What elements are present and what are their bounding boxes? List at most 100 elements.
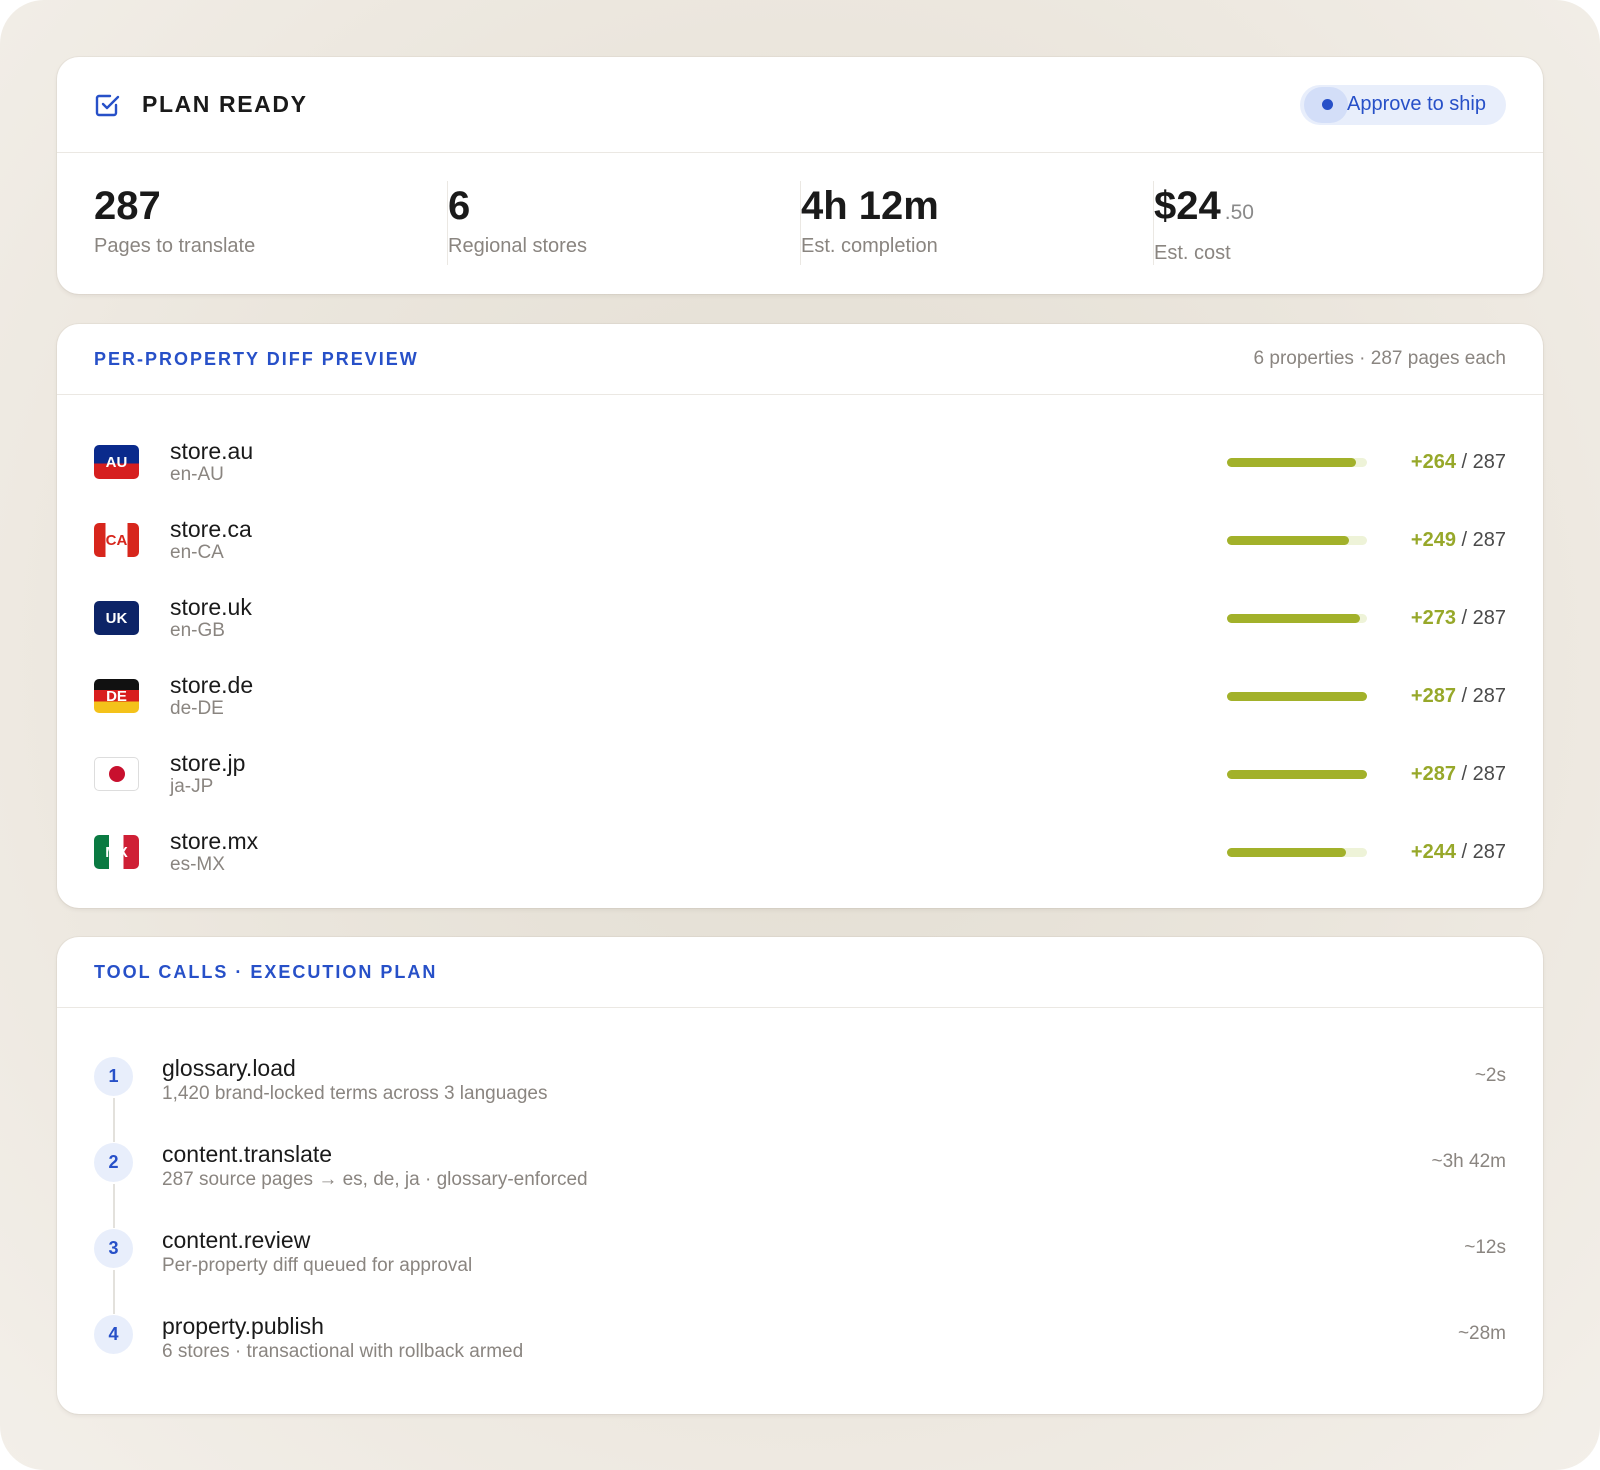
page-delta: +287 [1410,684,1456,707]
page-total: / 287 [1461,840,1506,863]
property-text: store.de de-DE [170,672,253,720]
property-text: store.au en-AU [170,438,253,486]
step-text: property.publish 6 stores · transactiona… [162,1313,523,1365]
plan-header: PLAN READY Approve to ship [57,57,1543,153]
step-number: 1 [94,1057,133,1096]
property-text: store.ca en-CA [170,516,252,564]
page-count: +244 / 287 [1367,841,1506,864]
step-text: content.review Per-property diff queued … [162,1227,472,1279]
property-name: store.mx [170,828,259,854]
page-total: / 287 [1461,606,1506,629]
progress-fill [1227,691,1367,701]
progress-bar [1227,535,1367,545]
plan-stats: 287 Pages to translate 6 Regional stores… [57,153,1543,265]
stat-value: 287 [94,184,161,228]
step-name: content.translate [162,1141,333,1167]
progress-bar [1227,613,1367,623]
progress-fill [1227,457,1356,467]
step-item[interactable]: 2 content.translate 287 source pages → e… [57,1119,1543,1228]
progress-bar [1227,769,1367,779]
step-name: glossary.load [162,1055,296,1081]
step-number: 2 [94,1143,133,1182]
step-list: 1 glossary.load 1,420 brand-locked terms… [57,1008,1543,1377]
property-name: store.de [170,672,254,698]
property-list: AU store.au en-AU +264 / 287 CA store.ca… [57,395,1543,891]
uk-flag-icon: UK [94,601,139,635]
flag-code: DE [106,687,127,705]
step-item[interactable]: 4 property.publish 6 stores · transactio… [57,1291,1543,1377]
step-text: glossary.load 1,420 brand-locked terms a… [162,1055,548,1107]
page-total: / 287 [1461,450,1506,473]
step-item[interactable]: 1 glossary.load 1,420 brand-locked terms… [57,1033,1543,1142]
cost-cents: .50 [1224,201,1254,224]
step-description: 1,420 brand-locked terms across 3 langua… [162,1083,548,1104]
flag-code: UK [105,609,128,627]
page-count: +264 / 287 [1367,451,1506,474]
stat-label: Regional stores [448,235,587,257]
diff-header: PER-PROPERTY DIFF PREVIEW 6 properties ·… [57,324,1543,395]
property-row[interactable]: CA store.ca en-CA +249 / 287 [57,501,1543,579]
page-delta: +244 [1410,840,1456,863]
page-count: +249 / 287 [1367,529,1506,552]
flag-sun [108,766,125,782]
property-text: store.jp ja-JP [170,750,245,798]
step-description: 6 stores · transactional with rollback a… [162,1341,524,1362]
japan-flag-icon [94,757,139,791]
step-duration: ~28m [1457,1323,1506,1344]
step-duration: ~2s [1474,1065,1506,1086]
app-background: PLAN READY Approve to ship 287 Pages to … [0,0,1600,1470]
page-delta: +273 [1410,606,1456,629]
property-locale: es-MX [170,854,225,875]
page-total: / 287 [1461,684,1506,707]
property-name: store.jp [170,750,246,776]
approve-label: Approve to ship [1347,93,1486,115]
progress-fill [1227,613,1361,623]
stat-stores: 6 Regional stores [447,181,800,265]
property-locale: en-CA [170,542,224,563]
approve-to-ship-button[interactable]: Approve to ship [1300,84,1506,125]
stat-label: Pages to translate [94,235,256,257]
execution-plan-card: TOOL CALLS · EXECUTION PLAN 1 glossary.l… [57,937,1543,1414]
step-item[interactable]: 3 content.review Per-property diff queue… [57,1205,1543,1314]
step-name: content.review [162,1227,311,1253]
stat-completion: 4h 12m Est. completion [800,181,1153,265]
step-description: Per-property diff queued for approval [162,1255,473,1276]
property-row[interactable]: UK store.uk en-GB +273 / 287 [57,579,1543,657]
property-row[interactable]: DE store.de de-DE +287 / 287 [57,657,1543,735]
step-description: 287 source pages → es, de, ja · glossary… [162,1169,588,1190]
canada-flag-icon: CA [94,523,139,557]
step-number: 3 [94,1229,133,1268]
property-text: store.mx es-MX [170,828,258,876]
flag-code: MX [105,843,128,861]
property-locale: en-AU [170,464,224,485]
diff-title: PER-PROPERTY DIFF PREVIEW [94,348,419,369]
property-name: store.au [170,438,254,464]
page-delta: +287 [1410,762,1456,785]
australia-flag-icon: AU [94,445,139,479]
page-total: / 287 [1461,762,1506,785]
status-dot-icon [1322,99,1334,110]
property-name: store.uk [170,594,252,620]
plan-card: PLAN READY Approve to ship 287 Pages to … [57,57,1543,294]
property-row[interactable]: AU store.au en-AU +264 / 287 [57,423,1543,501]
progress-bar [1227,691,1367,701]
property-name: store.ca [170,516,252,542]
property-locale: en-GB [170,620,225,641]
stat-value: 4h 12m [801,184,939,228]
progress-fill [1227,535,1349,545]
stat-pages: 287 Pages to translate [94,181,447,265]
property-row[interactable]: MX store.mx es-MX +244 / 287 [57,813,1543,891]
progress-fill [1227,847,1346,857]
property-locale: de-DE [170,698,224,719]
page-total: / 287 [1461,528,1506,551]
page-count: +273 / 287 [1367,607,1506,630]
stat-label: Est. cost [1154,242,1231,264]
property-row[interactable]: store.jp ja-JP +287 / 287 [57,735,1543,813]
step-text: content.translate 287 source pages → es,… [162,1141,588,1193]
step-duration: ~12s [1464,1237,1506,1258]
progress-fill [1227,769,1367,779]
page-count: +287 / 287 [1367,685,1506,708]
property-locale: ja-JP [170,776,214,797]
step-duration: ~3h 42m [1431,1151,1506,1172]
cost-dollars: $24 [1154,184,1221,228]
